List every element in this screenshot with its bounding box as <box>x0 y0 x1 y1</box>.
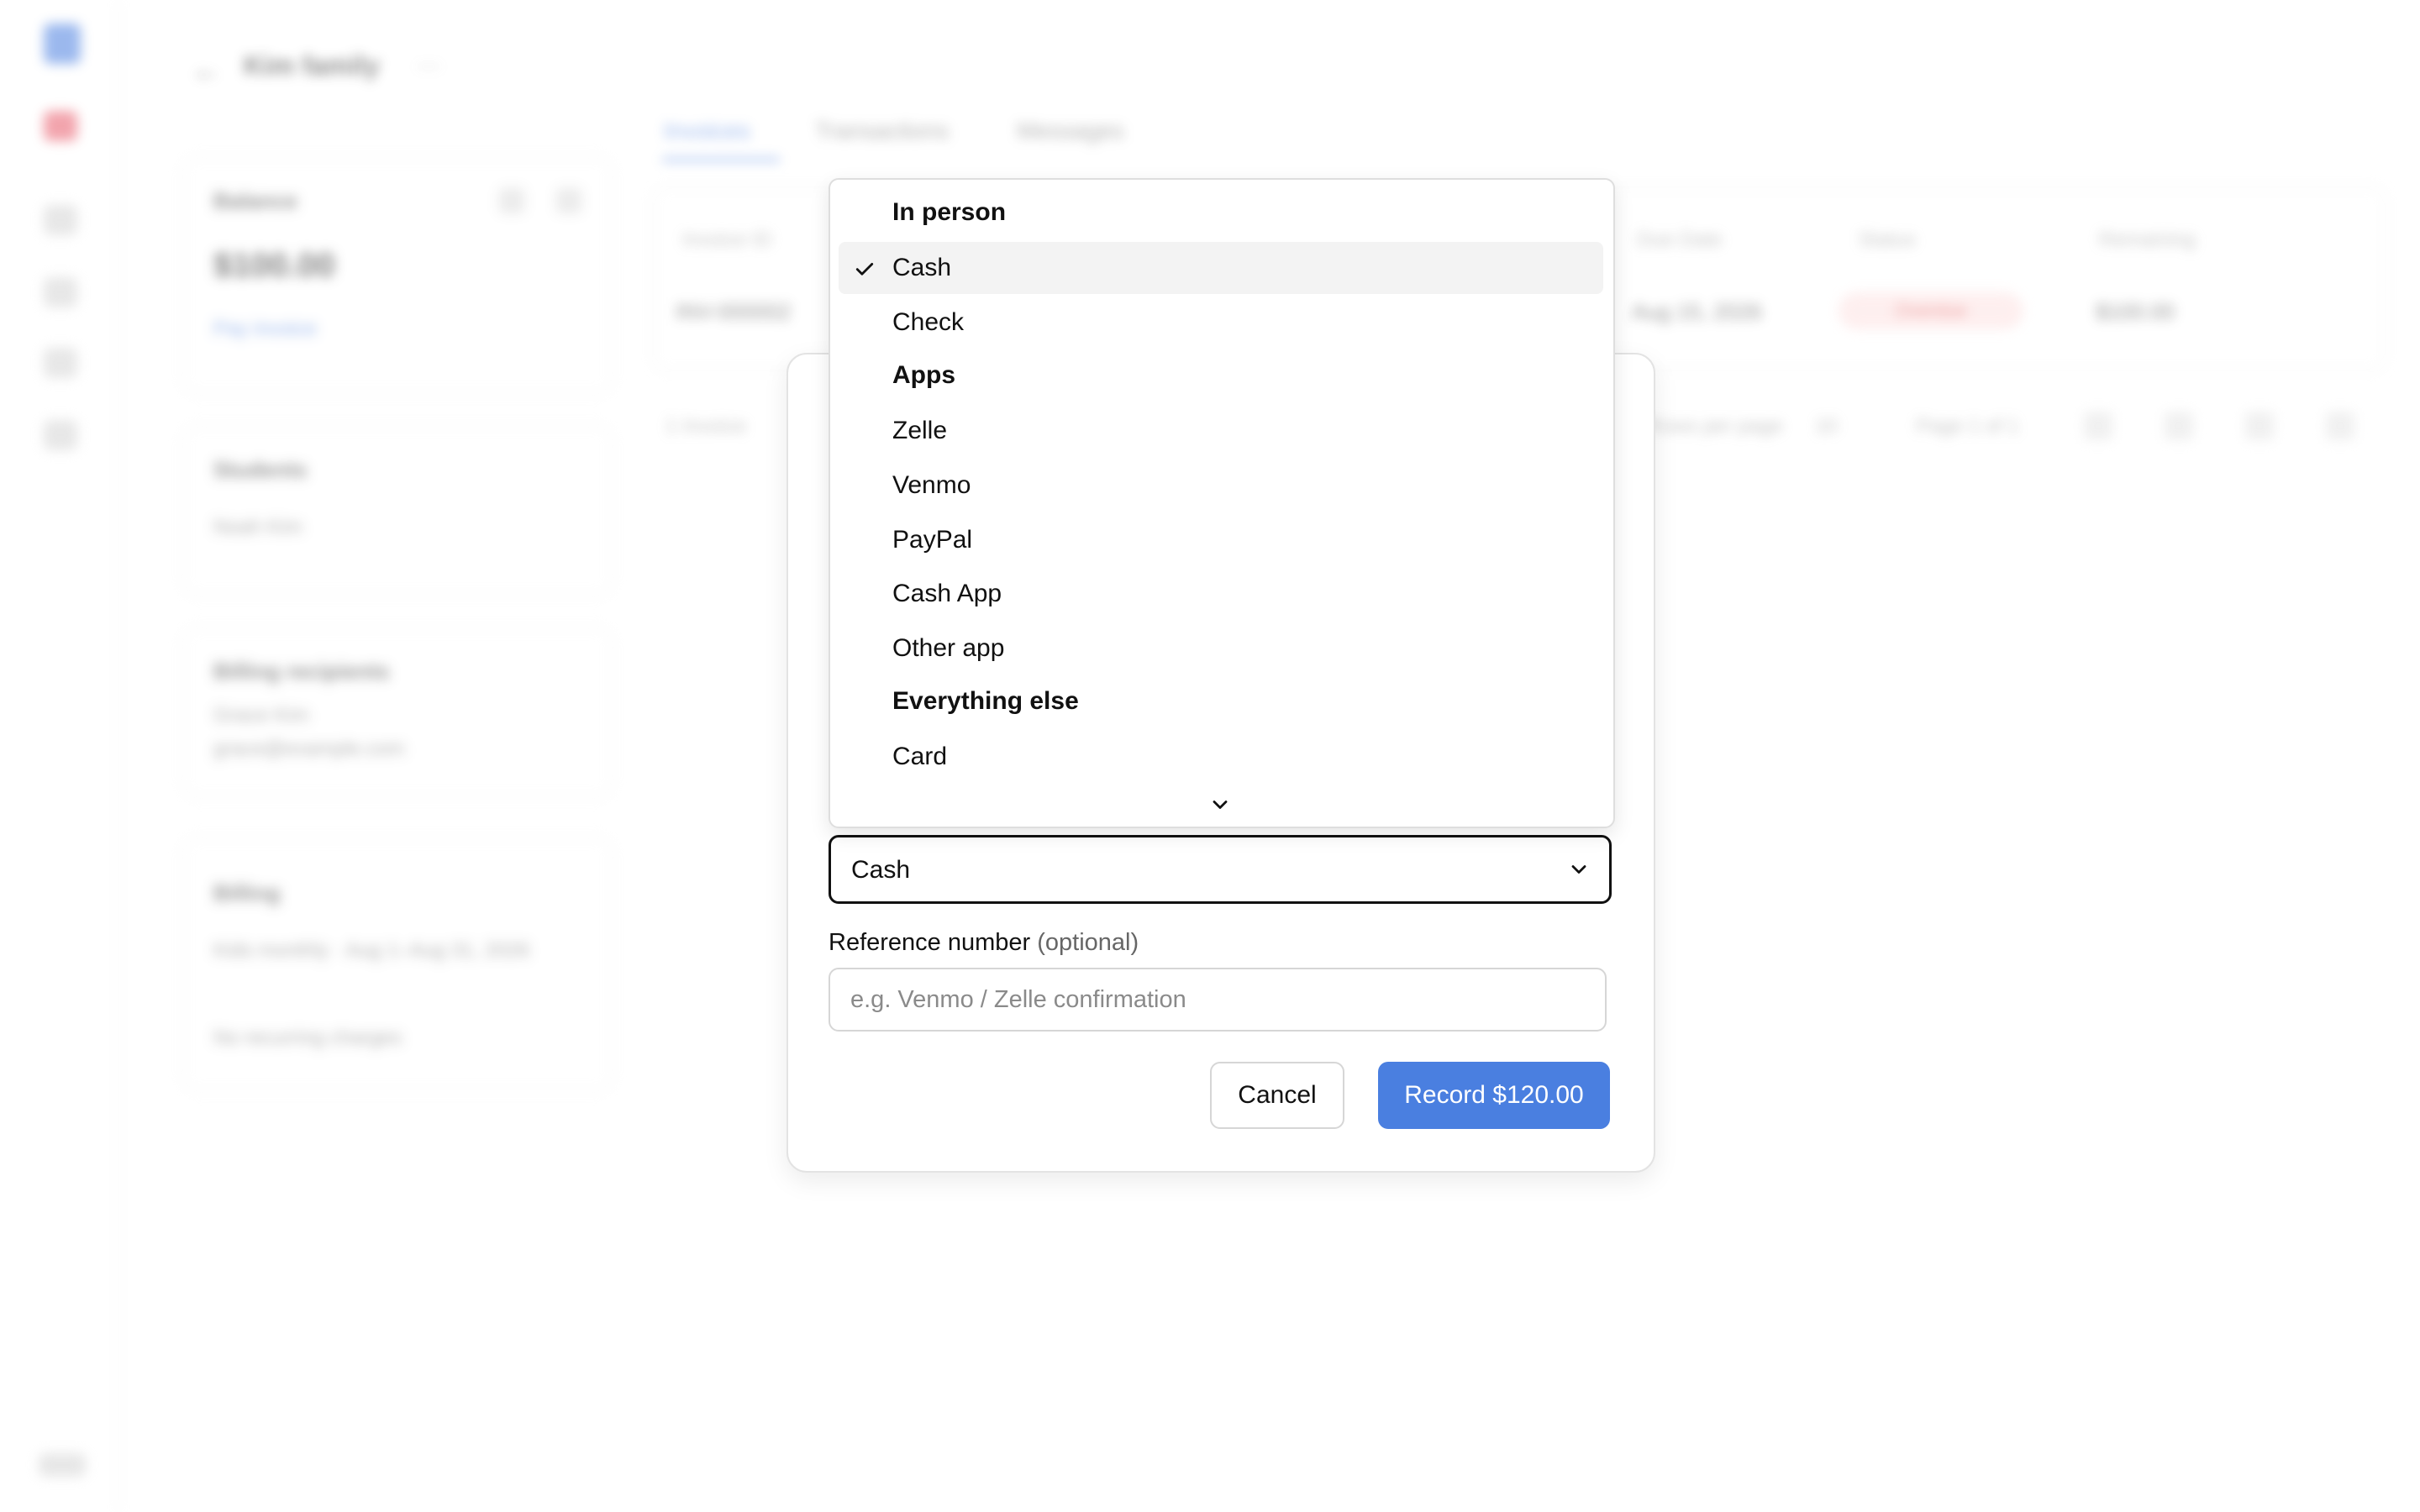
logo-icon <box>44 24 81 64</box>
nav-icon-1[interactable] <box>44 111 77 141</box>
last-page-button[interactable] <box>2326 412 2354 440</box>
payment-method-value: Cash <box>851 856 911 884</box>
cell-due-date: Aug 15, 2026 <box>1632 299 1762 324</box>
page-info: Page 1 of 1 <box>1916 415 2019 438</box>
cell-remaining: $100.00 <box>2096 299 2175 324</box>
students-title: Students <box>213 457 308 482</box>
option-check[interactable]: Check <box>839 297 1603 349</box>
option-cash[interactable]: Cash <box>839 242 1603 294</box>
balance-title: Balance <box>213 188 297 213</box>
rows-per-page-select[interactable]: 10 <box>1815 415 1838 438</box>
students-card: Students Noah Kim <box>182 425 613 596</box>
nav-rail <box>0 0 119 1512</box>
nav-icon-3[interactable] <box>44 277 77 307</box>
option-other-app[interactable]: Other app <box>839 622 1603 675</box>
reference-label-text: Reference number <box>829 929 1031 956</box>
scroll-down-chevron-icon[interactable] <box>1208 793 1232 816</box>
back-arrow-icon[interactable]: ← <box>192 52 222 87</box>
nav-icon-5[interactable] <box>44 420 77 450</box>
option-label: Other app <box>892 634 1005 662</box>
tab-invoices[interactable]: Invoices <box>664 118 750 144</box>
invoice-count: 1 Invoice <box>666 415 747 438</box>
option-label: Check <box>892 308 965 336</box>
recipient-name: Grace Kim <box>213 704 309 727</box>
option-venmo[interactable]: Venmo <box>839 459 1603 512</box>
reference-number-label: Reference number (optional) <box>829 929 1139 957</box>
option-label: PayPal <box>892 526 973 554</box>
header-status: Status <box>1859 228 1917 251</box>
cancel-button[interactable]: Cancel <box>1210 1062 1344 1129</box>
billing-plan: Kids monthly · Aug 1–Aug 31, 2026 <box>213 939 530 962</box>
billing-recipients-card: Billing recipients Grace Kim grace@examp… <box>182 627 613 798</box>
more-icon[interactable] <box>556 188 581 213</box>
option-label: Venmo <box>892 471 971 499</box>
group-label-everything-else: Everything else <box>892 687 1079 715</box>
option-label: Card <box>892 743 948 770</box>
prev-page-button[interactable] <box>2165 412 2193 440</box>
reference-optional-text: (optional) <box>1037 929 1139 956</box>
option-label: Cash <box>892 254 952 281</box>
nav-icon-4[interactable] <box>44 348 77 378</box>
cell-invoice-id[interactable]: INV-000002 <box>676 299 791 325</box>
balance-amount: $100.00 <box>213 247 335 284</box>
tab-messages[interactable]: Messages <box>1017 118 1124 144</box>
tab-transactions[interactable]: Transactions <box>815 118 949 144</box>
user-avatar[interactable] <box>39 1453 86 1477</box>
student-item[interactable]: Noah Kim <box>213 516 302 539</box>
record-payment-button[interactable]: Record $120.00 <box>1378 1062 1610 1129</box>
group-label-in-person: In person <box>892 198 1007 226</box>
option-cash-app[interactable]: Cash App <box>839 568 1603 620</box>
group-label-apps: Apps <box>892 361 955 389</box>
option-paypal[interactable]: PayPal <box>839 514 1603 566</box>
first-page-button[interactable] <box>2084 412 2112 440</box>
payment-method-select[interactable]: Cash <box>829 835 1612 904</box>
option-card[interactable]: Card <box>839 731 1603 783</box>
nav-icon-2[interactable] <box>44 205 77 235</box>
family-menu-icon[interactable]: ⋯ <box>417 52 440 80</box>
header-due-date: Due Date <box>1637 228 1723 251</box>
payment-method-listbox: In person Cash Check Apps Zelle Venmo Pa… <box>829 178 1615 828</box>
rows-per-page-label: Rows per page <box>1647 415 1783 438</box>
balance-card: Balance $100.00 Pay invoice <box>182 156 613 395</box>
status-badge: Overdue <box>1839 292 2023 329</box>
pay-invoice-link[interactable]: Pay invoice <box>213 318 317 341</box>
info-icon[interactable] <box>499 188 524 213</box>
recipient-email: grace@example.com <box>213 738 405 760</box>
option-label: Zelle <box>892 417 948 444</box>
chevron-down-icon <box>1571 865 1586 874</box>
family-title: Kim family <box>244 50 380 81</box>
check-icon <box>855 263 874 276</box>
next-page-button[interactable] <box>2245 412 2274 440</box>
billing-card: Billing Kids monthly · Aug 1–Aug 31, 202… <box>182 837 613 1092</box>
option-zelle[interactable]: Zelle <box>839 405 1603 457</box>
reference-number-input[interactable] <box>829 968 1607 1032</box>
billing-recipients-title: Billing recipients <box>213 659 390 684</box>
header-remaining: Remaining <box>2099 228 2196 251</box>
option-label: Cash App <box>892 580 1002 607</box>
billing-title: Billing <box>213 880 281 906</box>
billing-note: No recurring charges <box>213 1026 402 1049</box>
active-tab-underline <box>662 158 780 161</box>
header-invoice-id: Invoice ID <box>682 228 772 251</box>
